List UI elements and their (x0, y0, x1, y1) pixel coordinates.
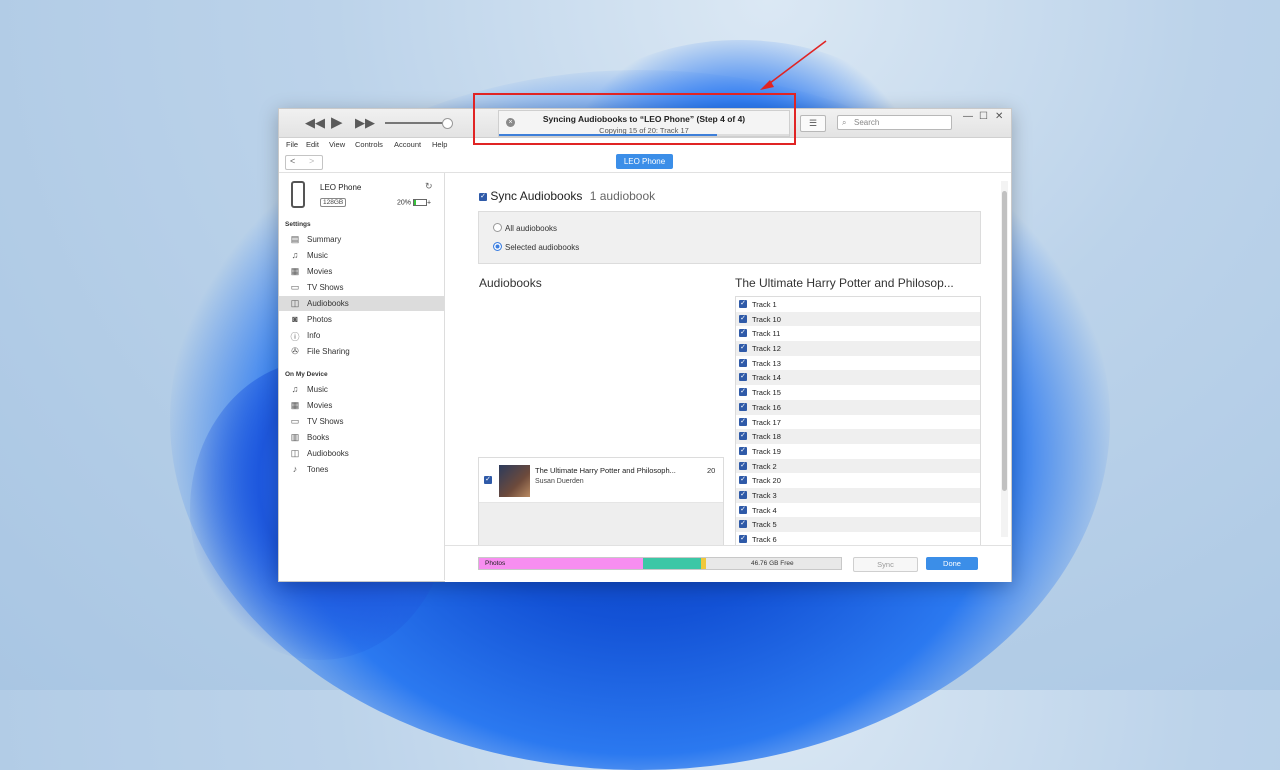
annotation-arrow (760, 40, 827, 90)
